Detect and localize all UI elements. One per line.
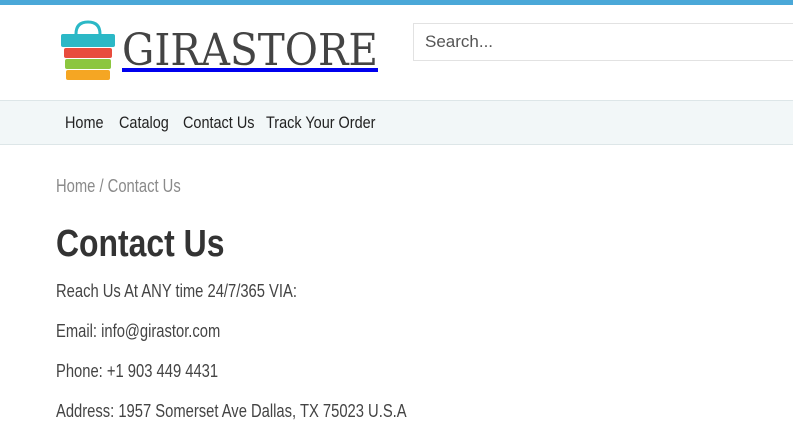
nav-item-catalog[interactable]: Catalog <box>119 113 169 133</box>
search-input[interactable] <box>413 23 793 61</box>
site-header: GIRASTORE <box>0 5 793 100</box>
email-text: Email: info@girastor.com <box>56 321 221 341</box>
breadcrumb-current: Contact Us <box>107 176 181 196</box>
nav-item-contact-us[interactable]: Contact Us <box>183 113 254 133</box>
page-title: Contact Us <box>56 223 225 265</box>
address-text: Address: 1957 Somerset Ave Dallas, TX 75… <box>56 401 407 421</box>
phone-text: Phone: +1 903 449 4431 <box>56 361 219 381</box>
brand-logo[interactable]: GIRASTORE <box>60 19 400 83</box>
reach-us-text: Reach Us At ANY time 24/7/365 VIA: <box>56 281 297 301</box>
breadcrumb: Home / Contact Us <box>56 176 181 197</box>
nav-item-home[interactable]: Home <box>65 113 104 133</box>
main-navigation: Home Catalog Contact Us Track Your Order <box>0 100 793 145</box>
breadcrumb-separator: / <box>95 176 108 196</box>
nav-item-track-order[interactable]: Track Your Order <box>266 113 375 133</box>
breadcrumb-home-link[interactable]: Home <box>56 176 95 196</box>
shopping-bag-icon <box>60 20 116 82</box>
brand-name: GIRASTORE <box>122 25 378 76</box>
